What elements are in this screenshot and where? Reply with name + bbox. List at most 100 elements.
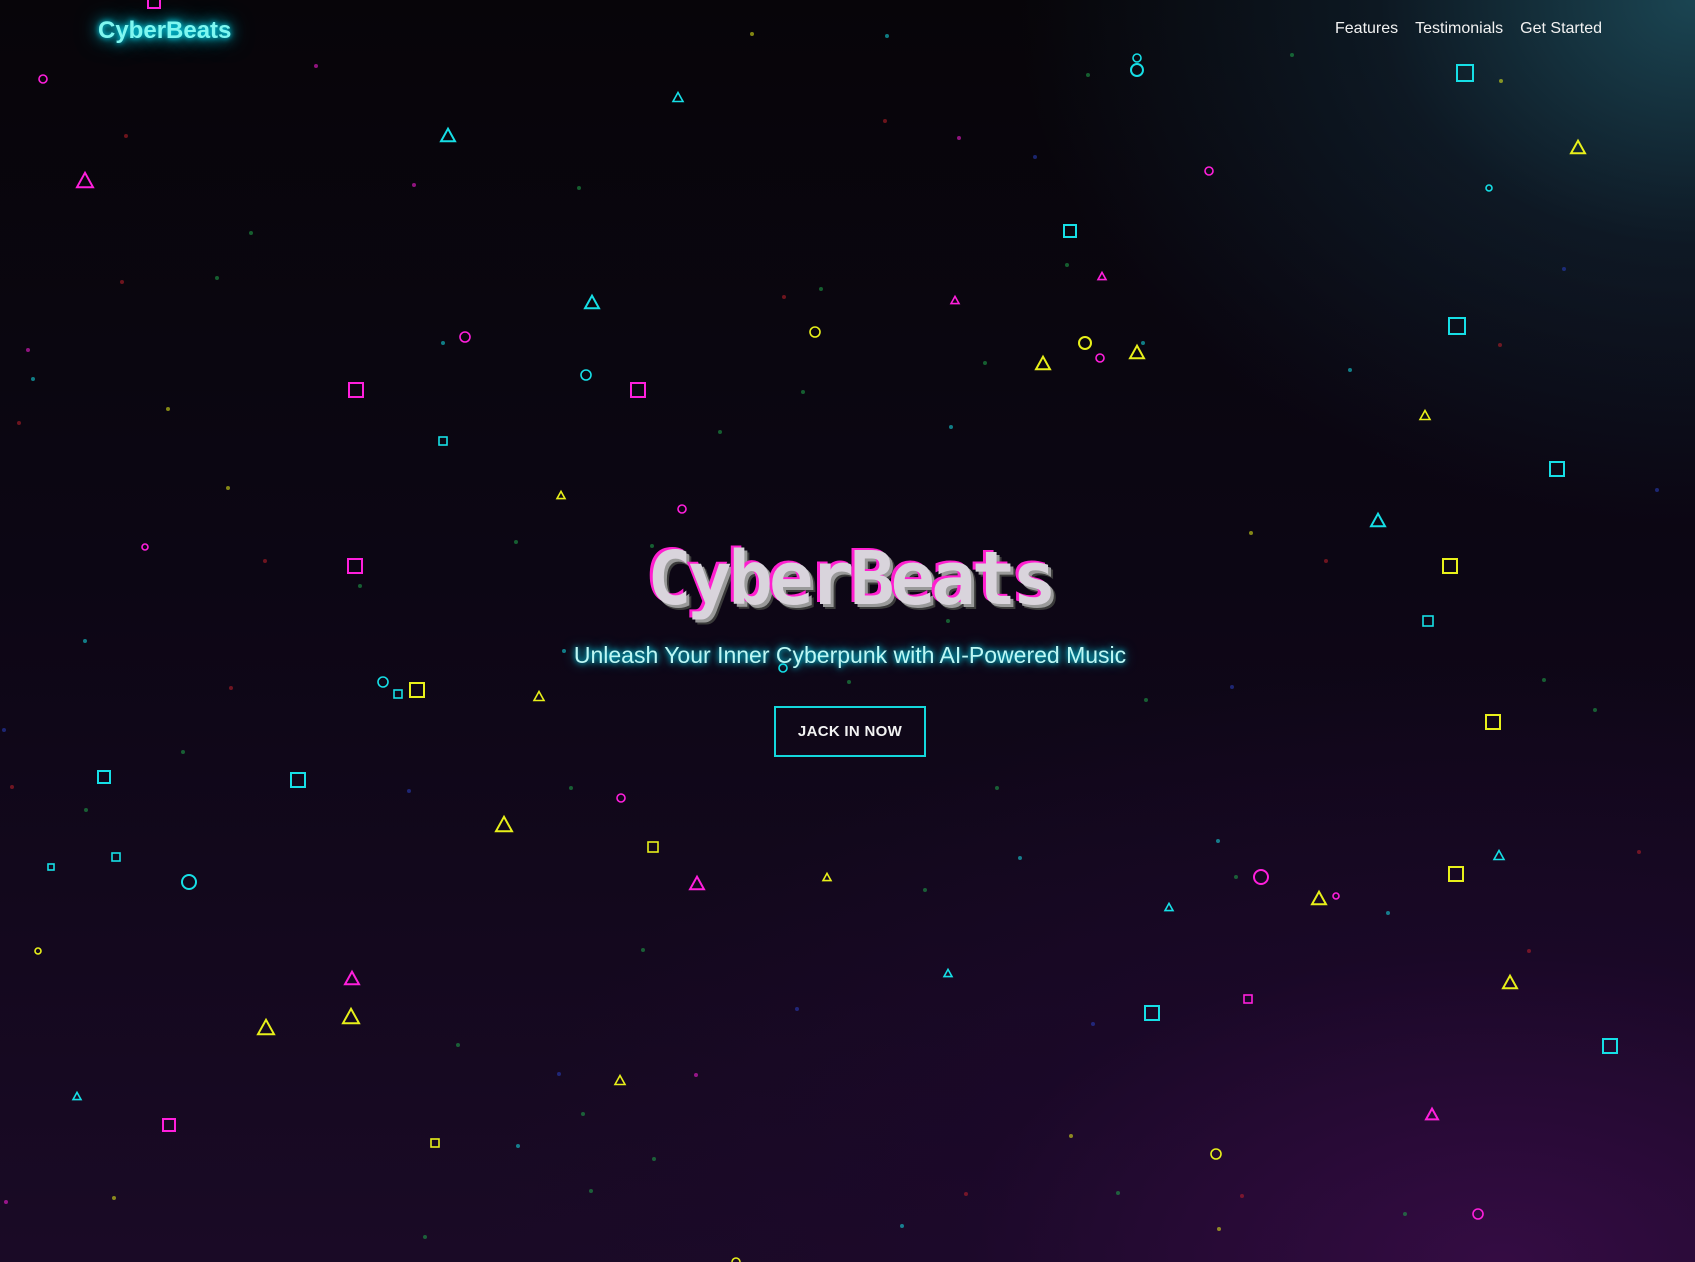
particle-triangle	[688, 874, 706, 891]
particle-triangle	[75, 170, 95, 189]
particle-dot	[456, 1043, 460, 1047]
particle-square	[1456, 64, 1474, 82]
particle-square	[290, 772, 306, 788]
particle-square	[1549, 461, 1565, 477]
particle-square	[438, 436, 448, 446]
particle-dot	[819, 287, 823, 291]
particle-circle	[1210, 1148, 1222, 1160]
particle-square	[647, 841, 659, 853]
particle-dot	[900, 1224, 904, 1228]
particle-triangle	[341, 1006, 361, 1025]
particle-dot	[412, 183, 416, 187]
particle-dot	[26, 348, 30, 352]
particle-dot	[577, 186, 581, 190]
particle-dot	[1069, 1134, 1073, 1138]
particle-dot	[1144, 698, 1148, 702]
particle-dot	[181, 750, 185, 754]
particle-triangle	[1492, 848, 1506, 861]
particle-dot	[589, 1189, 593, 1193]
particle-dot	[801, 390, 805, 394]
particle-circle	[1095, 353, 1105, 363]
particle-circle	[1253, 869, 1269, 885]
particle-circle	[1332, 892, 1340, 900]
particle-dot	[1018, 856, 1022, 860]
particle-field	[2, 0, 1659, 1262]
particle-triangle	[256, 1017, 276, 1036]
particle-dot	[964, 1192, 968, 1196]
particle-triangle	[1310, 889, 1328, 906]
particle-dot	[641, 948, 645, 952]
particle-triangle	[1128, 343, 1146, 360]
particle-triangle	[1569, 138, 1587, 155]
particle-dot	[1562, 267, 1566, 271]
particle-square	[162, 1118, 176, 1132]
particle-square	[1485, 714, 1501, 730]
particle-triangle	[583, 293, 601, 310]
particle-dot	[17, 421, 21, 425]
particle-dot	[1240, 1194, 1244, 1198]
jack-in-now-button[interactable]: JACK IN NOW	[774, 706, 926, 757]
particle-dot	[1141, 341, 1145, 345]
particle-square	[1063, 224, 1077, 238]
particle-triangle	[532, 689, 546, 702]
particle-square	[111, 852, 121, 862]
particle-dot	[995, 786, 999, 790]
particle-triangle	[949, 294, 961, 305]
particle-dot	[1403, 1212, 1407, 1216]
particle-triangle	[942, 967, 954, 978]
particle-dot	[407, 789, 411, 793]
particle-triangle	[1034, 354, 1052, 371]
particle-dot	[957, 136, 961, 140]
particle-circle	[181, 874, 197, 890]
particle-dot	[718, 430, 722, 434]
particle-dot	[847, 680, 851, 684]
particle-square	[97, 770, 111, 784]
particle-circle	[1132, 53, 1142, 63]
hero-subtitle: Unleash Your Inner Cyberpunk with AI-Pow…	[573, 642, 1127, 668]
particle-dot	[249, 231, 253, 235]
particle-dot	[569, 786, 573, 790]
particle-triangle	[1163, 901, 1175, 912]
particle-dot	[1116, 1191, 1120, 1195]
particle-circle	[677, 504, 687, 514]
particle-square	[430, 1138, 440, 1148]
particle-dot	[215, 276, 219, 280]
particle-circle	[377, 676, 389, 688]
particle-square	[1602, 1038, 1618, 1054]
particle-triangle	[821, 871, 833, 882]
nav-link-features[interactable]: Features	[1335, 20, 1398, 38]
particle-circle	[34, 947, 42, 955]
particle-triangle	[613, 1073, 627, 1086]
particle-dot	[1527, 949, 1531, 953]
particle-triangle	[439, 126, 457, 143]
particle-dot	[1216, 839, 1220, 843]
particle-dot	[782, 295, 786, 299]
particle-dot	[1230, 685, 1234, 689]
nav-link-testimonials[interactable]: Testimonials	[1415, 20, 1503, 38]
particle-dot	[2, 728, 6, 732]
nav-link-get-started[interactable]: Get Started	[1520, 20, 1602, 38]
particle-dot	[441, 341, 445, 345]
particle-dot	[1348, 368, 1352, 372]
particle-circle	[616, 793, 626, 803]
particle-dot	[1593, 708, 1597, 712]
hero-title: CyberBeats	[647, 536, 1057, 622]
particle-dot	[31, 377, 35, 381]
brand-logo[interactable]: CyberBeats	[98, 17, 231, 45]
particle-dot	[1033, 155, 1037, 159]
particle-dot	[1249, 531, 1253, 535]
particle-dot	[423, 1235, 427, 1239]
particle-square	[1448, 317, 1466, 335]
particle-triangle	[1424, 1106, 1440, 1121]
particle-triangle	[555, 489, 567, 500]
particle-circle	[1130, 63, 1144, 77]
particle-dot	[795, 1007, 799, 1011]
particle-triangle	[1369, 511, 1387, 528]
particle-dot	[120, 280, 124, 284]
particle-dot	[226, 486, 230, 490]
particle-dot	[1498, 343, 1502, 347]
particle-triangle	[671, 90, 685, 103]
particle-square	[409, 682, 425, 698]
particle-dot	[84, 808, 88, 812]
particle-circle	[1472, 1208, 1484, 1220]
